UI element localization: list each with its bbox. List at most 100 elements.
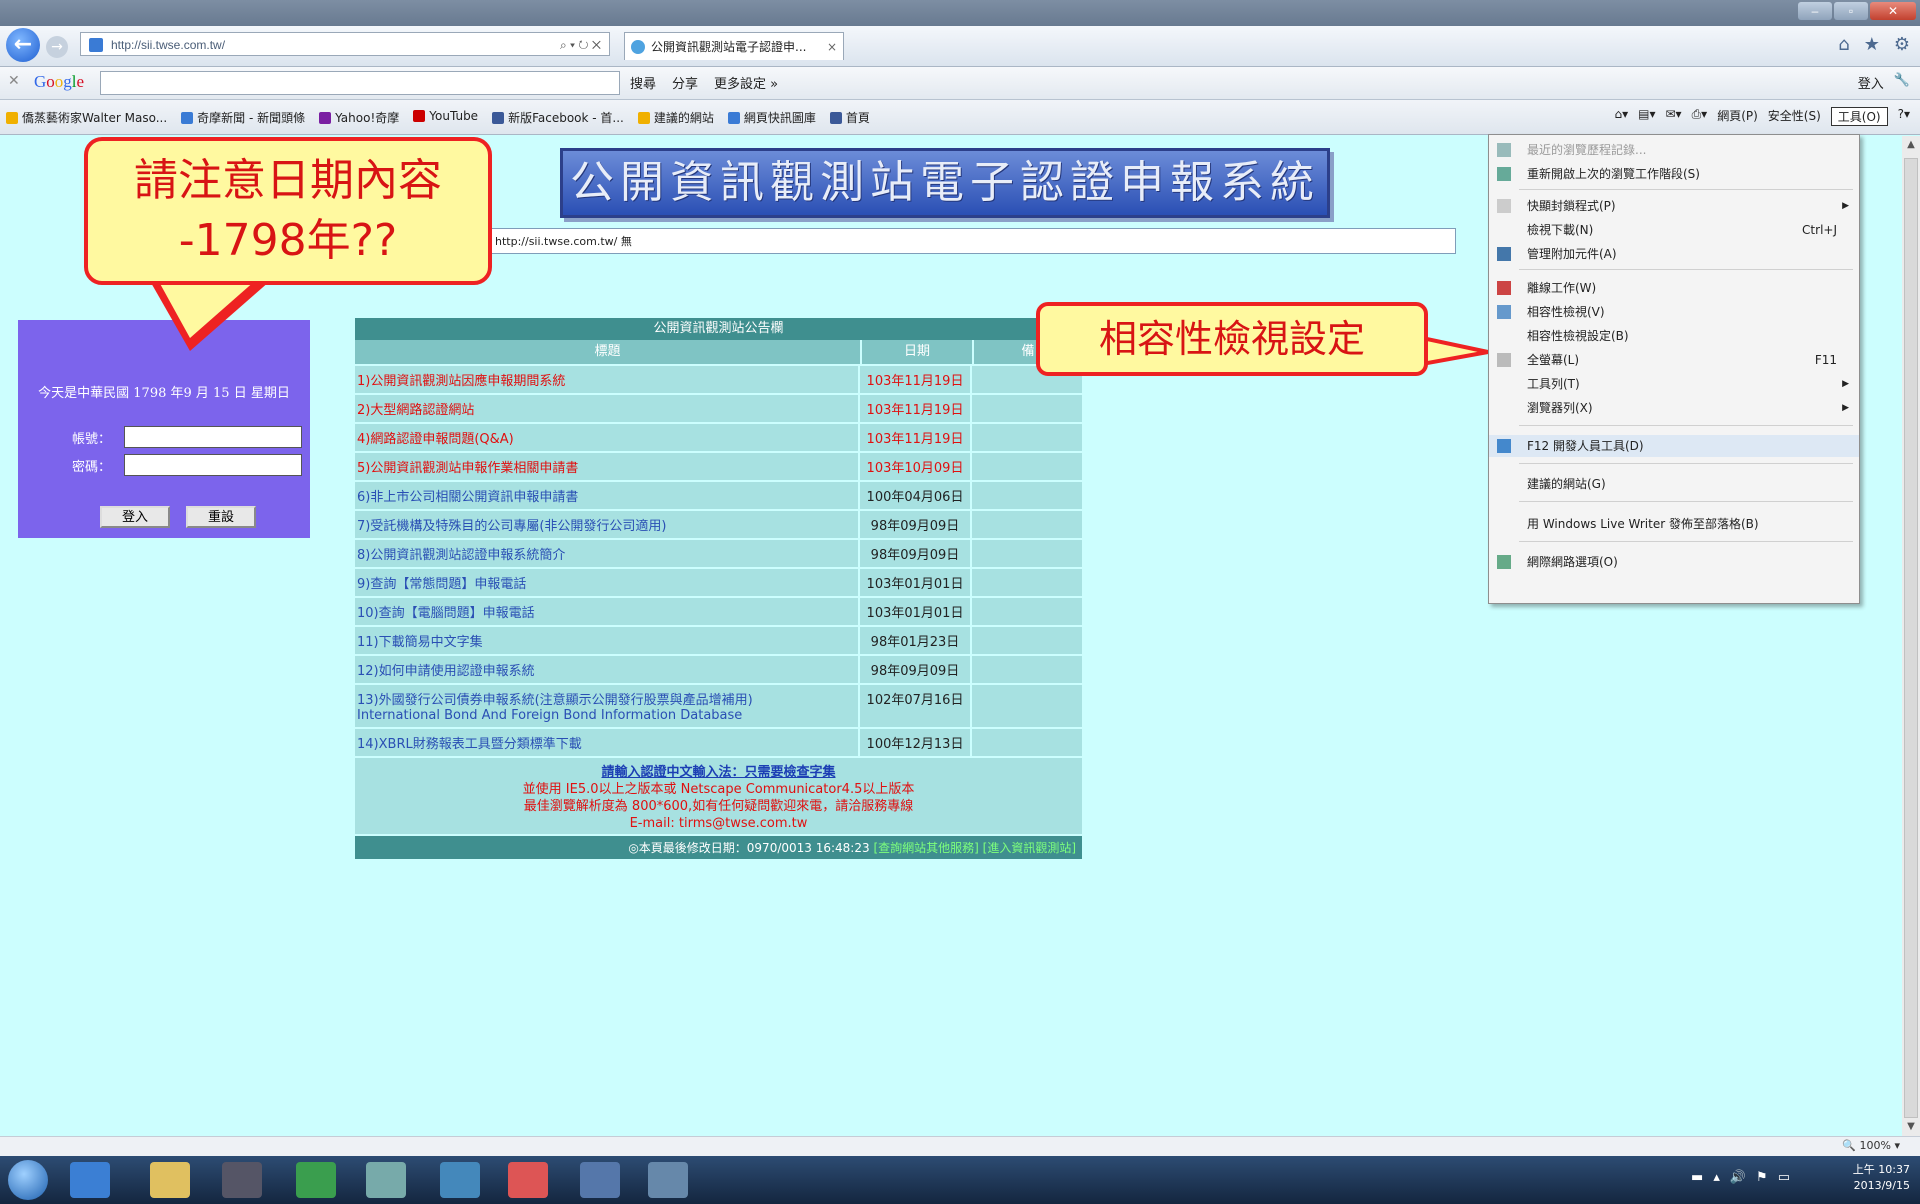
scroll-down-icon[interactable]: ▼: [1902, 1118, 1920, 1136]
favorite-item[interactable]: YouTube: [413, 109, 478, 126]
update-links[interactable]: [查詢網站其他服務] [進入資訊觀測站]: [873, 841, 1076, 855]
scrollbar-thumb[interactable]: [1904, 158, 1918, 1118]
favorite-item[interactable]: 建議的網站: [637, 109, 714, 126]
ie-taskbar-icon[interactable]: [70, 1162, 110, 1198]
home-cmd-icon[interactable]: ⌂▾: [1614, 107, 1628, 126]
bulletin-row-title[interactable]: 9)查詢【常態問題】申報電話: [355, 569, 860, 596]
google-search-button[interactable]: 搜尋: [630, 73, 656, 92]
notepad-taskbar-icon[interactable]: [366, 1162, 406, 1198]
bulletin-row-title[interactable]: 6)非上市公司相關公開資訊申報申請書: [355, 482, 860, 509]
bulletin-row-title[interactable]: 14)XBRL財務報表工具暨分類標準下載: [355, 729, 860, 756]
menu-item-explorer-bars[interactable]: 瀏覽器列(X) ▶: [1489, 397, 1859, 419]
home-icon[interactable]: ⌂: [1838, 34, 1849, 55]
explorer-taskbar-icon[interactable]: [150, 1162, 190, 1198]
zoom-level[interactable]: 🔍 100% ▾: [1842, 1139, 1900, 1152]
bulletin-row-title[interactable]: 10)查詢【電腦問題】申報電話: [355, 598, 860, 625]
print-icon[interactable]: ⎙▾: [1692, 107, 1708, 126]
menu-item-work-offline[interactable]: 離線工作(W): [1489, 277, 1859, 299]
col-date: 日期: [862, 340, 974, 364]
wrench-icon[interactable]: 🔧: [1894, 73, 1910, 92]
minimize-button[interactable]: –: [1798, 2, 1832, 20]
close-button[interactable]: ✕: [1870, 2, 1916, 20]
bulletin-row-date: 102年07月16日: [860, 685, 972, 727]
vertical-scrollbar[interactable]: ▲ ▼: [1902, 136, 1920, 1136]
favorite-item[interactable]: 僑蒸藝術家Walter Maso...: [6, 109, 167, 126]
help-icon[interactable]: ?▾: [1898, 107, 1910, 126]
menu-item-dev-tools[interactable]: F12 開發人員工具(D): [1489, 435, 1859, 457]
media-player-taskbar-icon[interactable]: [222, 1162, 262, 1198]
menu-item-suggested-sites[interactable]: 建議的網站(G): [1489, 473, 1859, 495]
bulletin-row-title[interactable]: 5)公開資訊觀測站申報作業相關申請書: [355, 453, 860, 480]
login-button[interactable]: 登入: [100, 506, 170, 528]
internet-options-icon: [1497, 555, 1511, 569]
bulletin-row-title[interactable]: 13)外國發行公司債券申報系統(注意顯示公開發行股票與產品增補用) Interna…: [355, 685, 860, 727]
menu-item-live-writer[interactable]: 用 Windows Live Writer 發佈至部落格(B): [1489, 513, 1859, 535]
bulletin-row-title[interactable]: 8)公開資訊觀測站認證申報系統簡介: [355, 540, 860, 567]
page-menu-button[interactable]: 網頁(P): [1717, 107, 1758, 126]
toolbar-close-icon[interactable]: ✕: [8, 73, 20, 89]
menu-separator: [1519, 189, 1853, 190]
menu-item-compat-view[interactable]: 相容性檢視(V): [1489, 301, 1859, 323]
google-search-input[interactable]: [100, 71, 620, 95]
bulletin-row-date: 98年09月09日: [860, 511, 972, 538]
menu-item-popup-blocker[interactable]: 快顯封鎖程式(P) ▶: [1489, 195, 1859, 217]
favorites-star-icon[interactable]: ★: [1864, 34, 1880, 55]
forward-button[interactable]: →: [46, 36, 68, 58]
menu-item-fullscreen[interactable]: 全螢幕(L) F11: [1489, 349, 1859, 371]
scroll-up-icon[interactable]: ▲: [1902, 136, 1920, 154]
volume-icon[interactable]: 🔊: [1730, 1170, 1746, 1185]
flag-icon[interactable]: ⚑: [1756, 1170, 1768, 1185]
google-share-button[interactable]: 分享: [672, 73, 698, 92]
mail-icon[interactable]: ✉▾: [1665, 107, 1681, 126]
clock[interactable]: 上午 10:37 2013/9/15: [1853, 1162, 1910, 1194]
favorite-item[interactable]: Yahoo!奇摩: [319, 109, 399, 126]
gear-icon[interactable]: ⚙: [1894, 34, 1910, 55]
footer-email[interactable]: E-mail: tirms@twse.com.tw: [355, 815, 1082, 832]
menu-item-compat-view-settings[interactable]: 相容性檢視設定(B): [1489, 325, 1859, 347]
favorite-item[interactable]: 奇摩新聞 - 新聞頭條: [181, 109, 305, 126]
chrome-taskbar-icon[interactable]: [296, 1162, 336, 1198]
bulletin-row-title[interactable]: 12)如何申請使用認證申報系統: [355, 656, 860, 683]
menu-item-reopen-session[interactable]: 重新開啟上次的瀏覽工作階段(S): [1489, 163, 1859, 185]
menu-item-toolbars[interactable]: 工具列(T) ▶: [1489, 373, 1859, 395]
favorite-item[interactable]: 網頁快訊圖庫: [727, 109, 816, 126]
tray-arrow-icon[interactable]: ▴: [1713, 1170, 1720, 1185]
favorite-item[interactable]: 新版Facebook - 首...: [492, 109, 624, 126]
footer-link[interactable]: 請輸入認證中文輸入法：只需要檢查字集: [355, 764, 1082, 781]
password-input[interactable]: [124, 454, 302, 476]
back-button[interactable]: ←: [6, 28, 40, 62]
favorite-item[interactable]: 首頁: [829, 109, 870, 126]
menu-item-recent-history[interactable]: 最近的瀏覽歷程記錄...: [1489, 139, 1859, 161]
account-input[interactable]: [124, 426, 302, 448]
bulletin-row-title[interactable]: 1)公開資訊觀測站因應申報期間系統: [355, 366, 860, 393]
fullscreen-icon: [1497, 353, 1511, 367]
menu-item-internet-options[interactable]: 網際網路選項(O): [1489, 551, 1859, 573]
safety-menu-button[interactable]: 安全性(S): [1768, 107, 1821, 126]
url-display-field[interactable]: http://sii.twse.com.tw/ 無: [480, 228, 1456, 254]
menu-item-view-downloads[interactable]: 檢視下載(N) Ctrl+J: [1489, 219, 1859, 241]
search-refresh-icons[interactable]: ⌕ ▾ ↻ ✕: [560, 33, 601, 57]
bulletin-row-title[interactable]: 4)網路認證申報問題(Q&A): [355, 424, 860, 451]
feeds-icon[interactable]: ▤▾: [1638, 107, 1655, 126]
bulletin-row: 4)網路認證申報問題(Q&A) 103年11月19日: [355, 422, 1082, 451]
start-button[interactable]: [8, 1160, 48, 1200]
callout-date-line2: -1798年??: [178, 215, 398, 266]
display-icon[interactable]: ▭: [1778, 1170, 1790, 1185]
menu-item-manage-addons[interactable]: 管理附加元件(A): [1489, 243, 1859, 265]
address-bar[interactable]: http://sii.twse.com.tw/ ⌕ ▾ ↻ ✕: [80, 32, 610, 56]
bulletin-row-title[interactable]: 11)下載簡易中文字集: [355, 627, 860, 654]
google-signin-link[interactable]: 登入: [1858, 73, 1884, 92]
app-taskbar-icon[interactable]: [440, 1162, 480, 1198]
powerpoint-taskbar-icon[interactable]: [508, 1162, 548, 1198]
google-more-button[interactable]: 更多設定 »: [714, 73, 778, 92]
tools-menu-button[interactable]: 工具(O): [1830, 107, 1888, 126]
bulletin-row-title[interactable]: 2)大型網路認證網站: [355, 395, 860, 422]
active-tab[interactable]: 公開資訊觀測站電子認證申... ×: [624, 32, 844, 60]
network-icon[interactable]: ▬: [1691, 1170, 1703, 1185]
tab-close-icon[interactable]: ×: [827, 33, 837, 61]
restore-button[interactable]: ▫: [1834, 2, 1868, 20]
word-taskbar-icon[interactable]: [580, 1162, 620, 1198]
tool-taskbar-icon[interactable]: [648, 1162, 688, 1198]
reset-button[interactable]: 重設: [186, 506, 256, 528]
bulletin-row-title[interactable]: 7)受託機構及特殊目的公司專屬(非公開發行公司適用): [355, 511, 860, 538]
